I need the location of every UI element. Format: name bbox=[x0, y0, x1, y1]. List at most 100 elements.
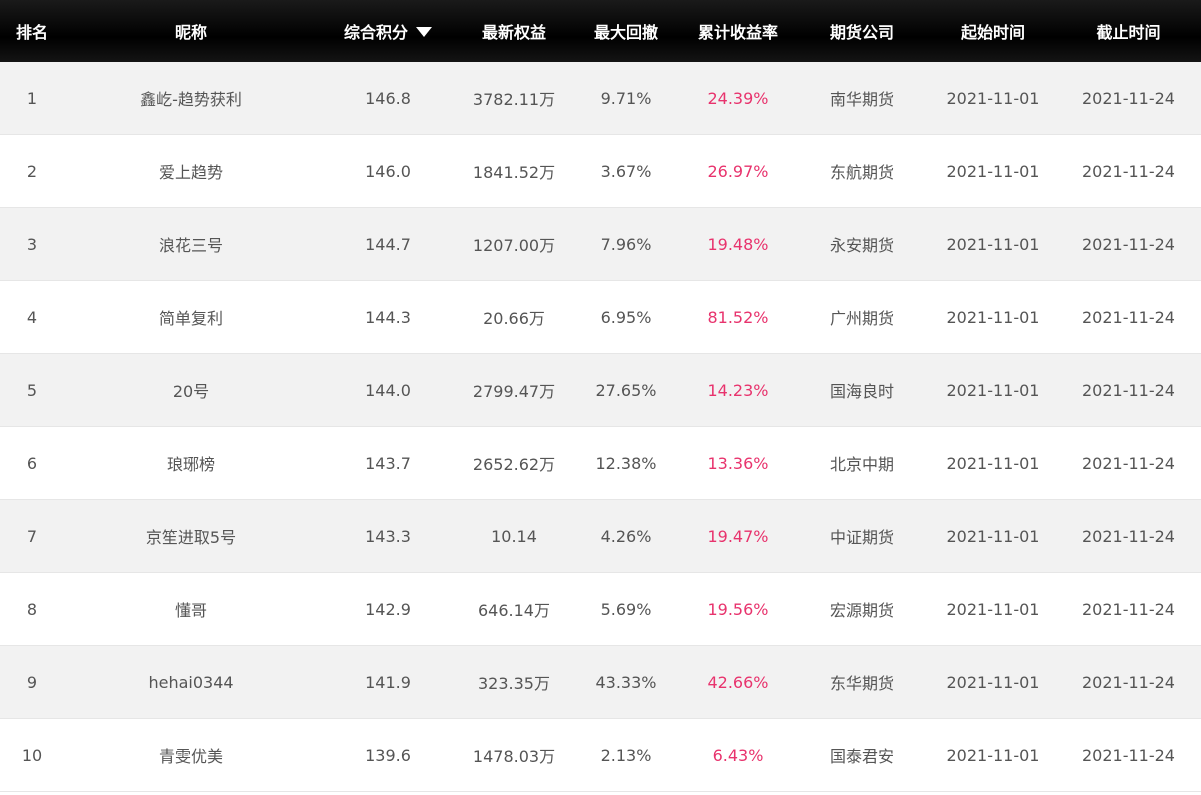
equity-cell: 1478.03万 bbox=[472, 747, 556, 766]
table-row[interactable]: 4 简单复利 144.3 20.66万 6.95% 81.52% 广州期货 2021-11-0… bbox=[0, 281, 1201, 354]
return-cell: 19.56% bbox=[707, 599, 769, 619]
name-cell[interactable]: 鑫屹-趋势获利 bbox=[64, 86, 318, 110]
table-row[interactable]: 3 浪花三号 144.7 1207.00万 7.96% 19.48% 永安期货 2021-11… bbox=[0, 208, 1201, 281]
drawdown-cell: 7.96% bbox=[600, 234, 652, 254]
rank-cell: 3 bbox=[26, 234, 38, 254]
company-cell: 宏源期货 bbox=[829, 601, 894, 620]
score-cell: 143.3 bbox=[365, 526, 411, 546]
score-cell: 141.9 bbox=[365, 672, 411, 692]
name-cell[interactable]: 简单复利 bbox=[64, 305, 318, 329]
score-cell: 146.0 bbox=[365, 161, 411, 181]
rank-cell: 7 bbox=[26, 526, 38, 546]
drawdown-cell: 2.13% bbox=[600, 745, 652, 765]
header-return[interactable]: 累计收益率 bbox=[682, 19, 794, 43]
table-header: 排名 昵称 综合积分 最新权益 最大回撤 累计收益率 期货公司 起始时间 截止时… bbox=[0, 0, 1201, 62]
rank-cell: 4 bbox=[26, 307, 38, 327]
name-cell[interactable]: hehai0344 bbox=[64, 673, 318, 692]
drawdown-cell: 6.95% bbox=[600, 307, 652, 327]
start-date-cell: 2021-11-01 bbox=[946, 526, 1040, 546]
equity-cell: 10.14 bbox=[491, 526, 537, 546]
company-cell: 东华期货 bbox=[829, 674, 894, 693]
start-date-cell: 2021-11-01 bbox=[946, 745, 1040, 765]
start-date-cell: 2021-11-01 bbox=[946, 672, 1040, 692]
header-score-label: 综合积分 bbox=[343, 23, 408, 42]
table-row[interactable]: 10 青雯优美 139.6 1478.03万 2.13% 6.43% 国泰君安 2021-11… bbox=[0, 719, 1201, 792]
end-date-cell: 2021-11-24 bbox=[1082, 599, 1175, 619]
drawdown-cell: 27.65% bbox=[595, 380, 657, 400]
start-date-cell: 2021-11-01 bbox=[946, 234, 1040, 254]
header-start[interactable]: 起始时间 bbox=[930, 19, 1056, 43]
name-cell[interactable]: 浪花三号 bbox=[64, 232, 318, 256]
equity-cell: 2652.62万 bbox=[472, 455, 556, 474]
start-date-cell: 2021-11-01 bbox=[946, 380, 1040, 400]
score-cell: 139.6 bbox=[365, 745, 411, 765]
header-name[interactable]: 昵称 bbox=[64, 19, 318, 43]
start-date-cell: 2021-11-01 bbox=[946, 599, 1040, 619]
header-end[interactable]: 截止时间 bbox=[1056, 19, 1201, 43]
header-rank[interactable]: 排名 bbox=[0, 19, 64, 43]
table-row[interactable]: 6 琅琊榜 143.7 2652.62万 12.38% 13.36% 北京中期 2021-11… bbox=[0, 427, 1201, 500]
score-cell: 146.8 bbox=[365, 88, 411, 108]
header-drawdown[interactable]: 最大回撤 bbox=[570, 19, 682, 43]
return-cell: 19.47% bbox=[707, 526, 769, 546]
company-cell: 广州期货 bbox=[829, 309, 894, 328]
rank-cell: 2 bbox=[26, 161, 38, 181]
equity-cell: 1207.00万 bbox=[472, 236, 556, 255]
drawdown-cell: 3.67% bbox=[600, 161, 652, 181]
table-row[interactable]: 1 鑫屹-趋势获利 146.8 3782.11万 9.71% 24.39% 南华期货 2021… bbox=[0, 62, 1201, 135]
header-company[interactable]: 期货公司 bbox=[794, 19, 930, 43]
score-cell: 144.3 bbox=[365, 307, 411, 327]
name-cell[interactable]: 琅琊榜 bbox=[64, 451, 318, 475]
end-date-cell: 2021-11-24 bbox=[1082, 453, 1175, 473]
start-date-cell: 2021-11-01 bbox=[946, 161, 1040, 181]
company-cell: 南华期货 bbox=[829, 90, 894, 109]
score-cell: 143.7 bbox=[365, 453, 411, 473]
header-score[interactable]: 综合积分 bbox=[318, 19, 458, 43]
name-cell[interactable]: 爱上趋势 bbox=[64, 159, 318, 183]
ranking-table: 排名 昵称 综合积分 最新权益 最大回撤 累计收益率 期货公司 起始时间 截止时… bbox=[0, 0, 1201, 792]
table-row[interactable]: 5 20号 144.0 2799.47万 27.65% 14.23% 国海良时 2021-11… bbox=[0, 354, 1201, 427]
end-date-cell: 2021-11-24 bbox=[1082, 380, 1175, 400]
drawdown-cell: 5.69% bbox=[600, 599, 652, 619]
company-cell: 国海良时 bbox=[829, 382, 894, 401]
start-date-cell: 2021-11-01 bbox=[946, 88, 1040, 108]
end-date-cell: 2021-11-24 bbox=[1082, 161, 1175, 181]
company-cell: 永安期货 bbox=[829, 236, 894, 255]
end-date-cell: 2021-11-24 bbox=[1082, 88, 1175, 108]
end-date-cell: 2021-11-24 bbox=[1082, 234, 1175, 254]
name-cell[interactable]: 京笙进取5号 bbox=[64, 524, 318, 548]
table-row[interactable]: 7 京笙进取5号 143.3 10.14 4.26% 19.47% 中证期货 2021-11-… bbox=[0, 500, 1201, 573]
return-cell: 81.52% bbox=[707, 307, 769, 327]
end-date-cell: 2021-11-24 bbox=[1082, 672, 1175, 692]
name-cell[interactable]: 20号 bbox=[64, 378, 318, 402]
score-cell: 144.0 bbox=[365, 380, 411, 400]
return-cell: 13.36% bbox=[707, 453, 769, 473]
equity-cell: 20.66万 bbox=[483, 309, 545, 328]
return-cell: 19.48% bbox=[707, 234, 769, 254]
equity-cell: 3782.11万 bbox=[472, 90, 556, 109]
start-date-cell: 2021-11-01 bbox=[946, 453, 1040, 473]
end-date-cell: 2021-11-24 bbox=[1082, 526, 1175, 546]
name-cell[interactable]: 青雯优美 bbox=[64, 743, 318, 767]
equity-cell: 1841.52万 bbox=[472, 163, 556, 182]
table-row[interactable]: 9 hehai0344 141.9 323.35万 43.33% 42.66% 东华期货 20… bbox=[0, 646, 1201, 719]
drawdown-cell: 12.38% bbox=[595, 453, 657, 473]
score-cell: 142.9 bbox=[365, 599, 411, 619]
table-row[interactable]: 8 懂哥 142.9 646.14万 5.69% 19.56% 宏源期货 2021-11-01… bbox=[0, 573, 1201, 646]
drawdown-cell: 9.71% bbox=[600, 88, 652, 108]
rank-cell: 9 bbox=[26, 672, 38, 692]
triangle-down-icon[interactable] bbox=[416, 27, 432, 37]
drawdown-cell: 4.26% bbox=[600, 526, 652, 546]
return-cell: 24.39% bbox=[707, 88, 769, 108]
rank-cell: 8 bbox=[26, 599, 38, 619]
table-row[interactable]: 2 爱上趋势 146.0 1841.52万 3.67% 26.97% 东航期货 2021-11… bbox=[0, 135, 1201, 208]
return-cell: 26.97% bbox=[707, 161, 769, 181]
name-cell[interactable]: 懂哥 bbox=[64, 597, 318, 621]
return-cell: 14.23% bbox=[707, 380, 769, 400]
equity-cell: 2799.47万 bbox=[472, 382, 556, 401]
rank-cell: 10 bbox=[21, 745, 43, 765]
rank-cell: 6 bbox=[26, 453, 38, 473]
header-equity[interactable]: 最新权益 bbox=[458, 19, 570, 43]
drawdown-cell: 43.33% bbox=[595, 672, 657, 692]
end-date-cell: 2021-11-24 bbox=[1082, 745, 1175, 765]
